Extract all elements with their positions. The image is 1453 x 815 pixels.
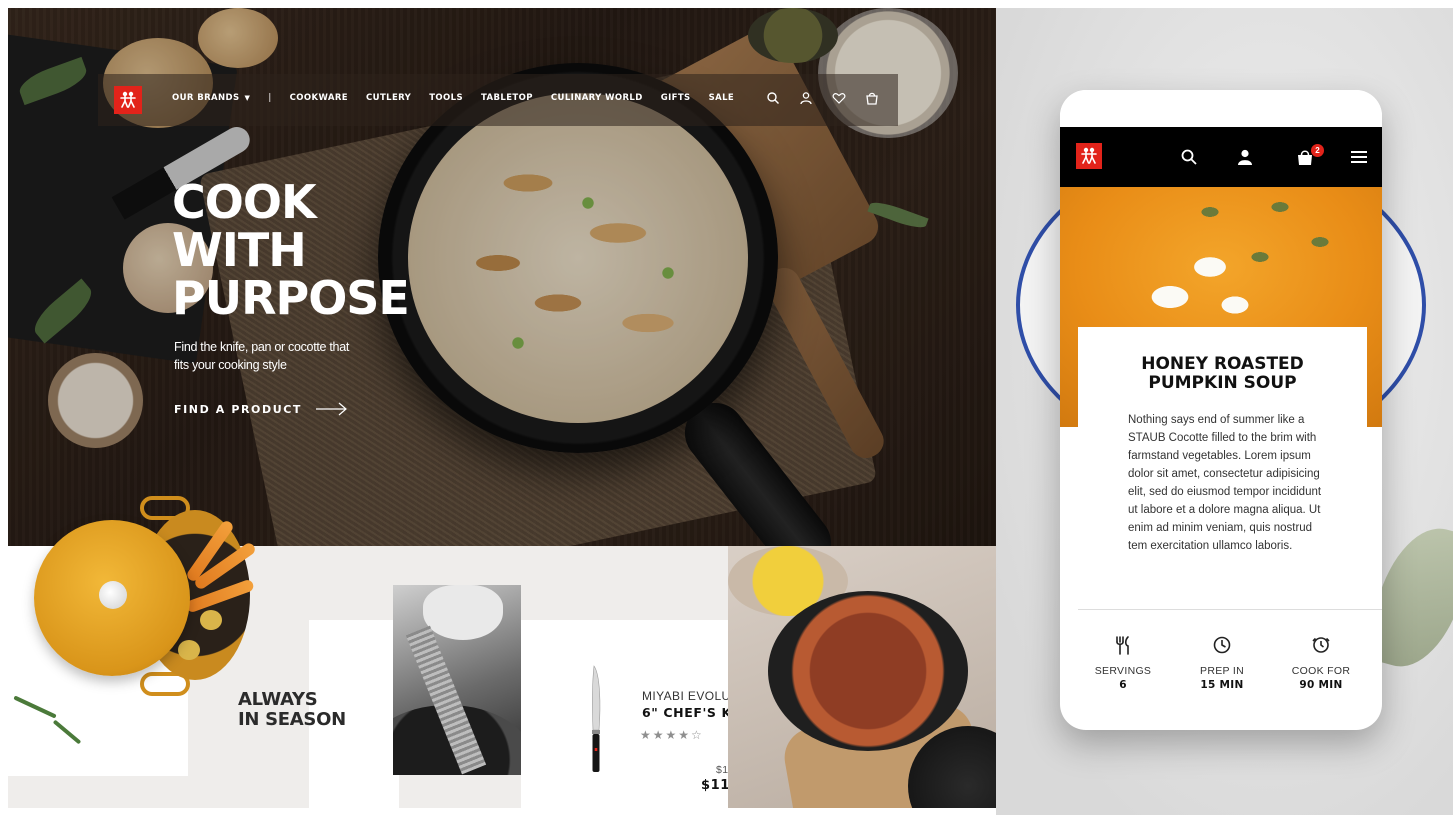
knife-sharpening-photo [393,585,521,775]
clock-icon [1212,635,1232,655]
user-icon[interactable] [799,91,813,105]
timer-icon [1311,635,1331,655]
search-icon[interactable] [766,91,780,105]
hero-title-line: COOK [172,175,317,229]
nav-links: OUR BRANDS ▼ | COOKWARE CUTLERY TOOLS TA… [172,93,752,103]
search-icon[interactable] [1180,148,1198,166]
zwilling-logo[interactable] [1076,143,1102,169]
nav-cookware[interactable]: COOKWARE [290,93,348,103]
stat-prep-time: PREP IN 15 MIN [1177,635,1267,691]
potato-image [200,610,222,630]
recipe-title: HONEY ROASTED PUMPKIN SOUP [1078,355,1367,393]
hero-subtitle: Find the knife, pan or cocotte that fits… [174,340,350,372]
cart-count-badge: 2 [1311,144,1324,157]
arrow-right-icon [316,402,347,416]
cart-icon[interactable] [865,91,879,105]
nav-tools[interactable]: TOOLS [429,93,463,103]
mobile-device: 2 HONEY ROASTED PUMPKIN SOUP Nothing say… [1060,90,1382,730]
stats-divider [1078,609,1382,610]
cocotte-knob [99,581,127,609]
season-title: ALWAYS IN SEASON [238,690,346,730]
stat-servings: SERVINGS 6 [1078,635,1168,691]
hero-title-line: PURPOSE [172,271,410,325]
mobile-navbar: 2 [1060,127,1382,187]
nav-sale[interactable]: SALE [709,93,735,103]
season-title-line: IN SEASON [238,709,346,730]
find-product-link[interactable]: FIND A PRODUCT [174,402,348,416]
phone-status-area [1060,90,1382,127]
stat-value: 6 [1119,679,1127,691]
nav-separator: | [268,93,272,103]
find-product-label: FIND A PRODUCT [174,402,303,416]
stat-value: 90 MIN [1299,679,1343,691]
nav-icons [766,91,898,105]
hand-image [423,585,503,640]
menu-icon[interactable] [1350,148,1368,166]
twin-figures-icon [120,91,136,108]
dutch-oven-image [768,591,968,751]
chef-knife-image [592,665,601,772]
stat-label: PREP IN [1200,665,1244,677]
hero-title-line: WITH [172,223,307,277]
nav-culinary-world[interactable]: CULINARY WORLD [551,93,643,103]
stat-label: SERVINGS [1094,665,1152,677]
hero-title: COOK WITH PURPOSE [172,175,410,325]
potato-image [178,640,200,660]
recipe-title-text: HONEY ROASTED PUMPKIN SOUP [1141,354,1304,393]
season-title-line: ALWAYS [238,689,318,710]
stat-cook-time: COOK FOR 90 MIN [1276,635,1366,691]
heart-icon[interactable] [832,91,846,105]
recipe-description: Nothing says end of summer like a STAUB … [1128,414,1322,552]
desktop-navbar: OUR BRANDS ▼ | COOKWARE CUTLERY TOOLS TA… [98,74,898,126]
nav-gifts[interactable]: GIFTS [661,93,691,103]
zwilling-logo[interactable] [114,86,142,114]
stew-photo [728,546,996,808]
nav-tabletop[interactable]: TABLETOP [481,93,533,103]
chevron-down-icon[interactable]: ▼ [245,94,251,102]
nav-our-brands[interactable]: OUR BRANDS [172,93,240,103]
recipe-card: HONEY ROASTED PUMPKIN SOUP Nothing says … [1078,327,1367,609]
stat-value: 15 MIN [1200,679,1244,691]
product-rating-stars: ★★★★☆ [640,728,704,742]
stat-label: COOK FOR [1291,665,1351,677]
user-icon[interactable] [1236,148,1254,166]
nav-cutlery[interactable]: CUTLERY [366,93,411,103]
twin-figures-icon [1081,147,1097,164]
fork-knife-icon [1113,635,1133,655]
